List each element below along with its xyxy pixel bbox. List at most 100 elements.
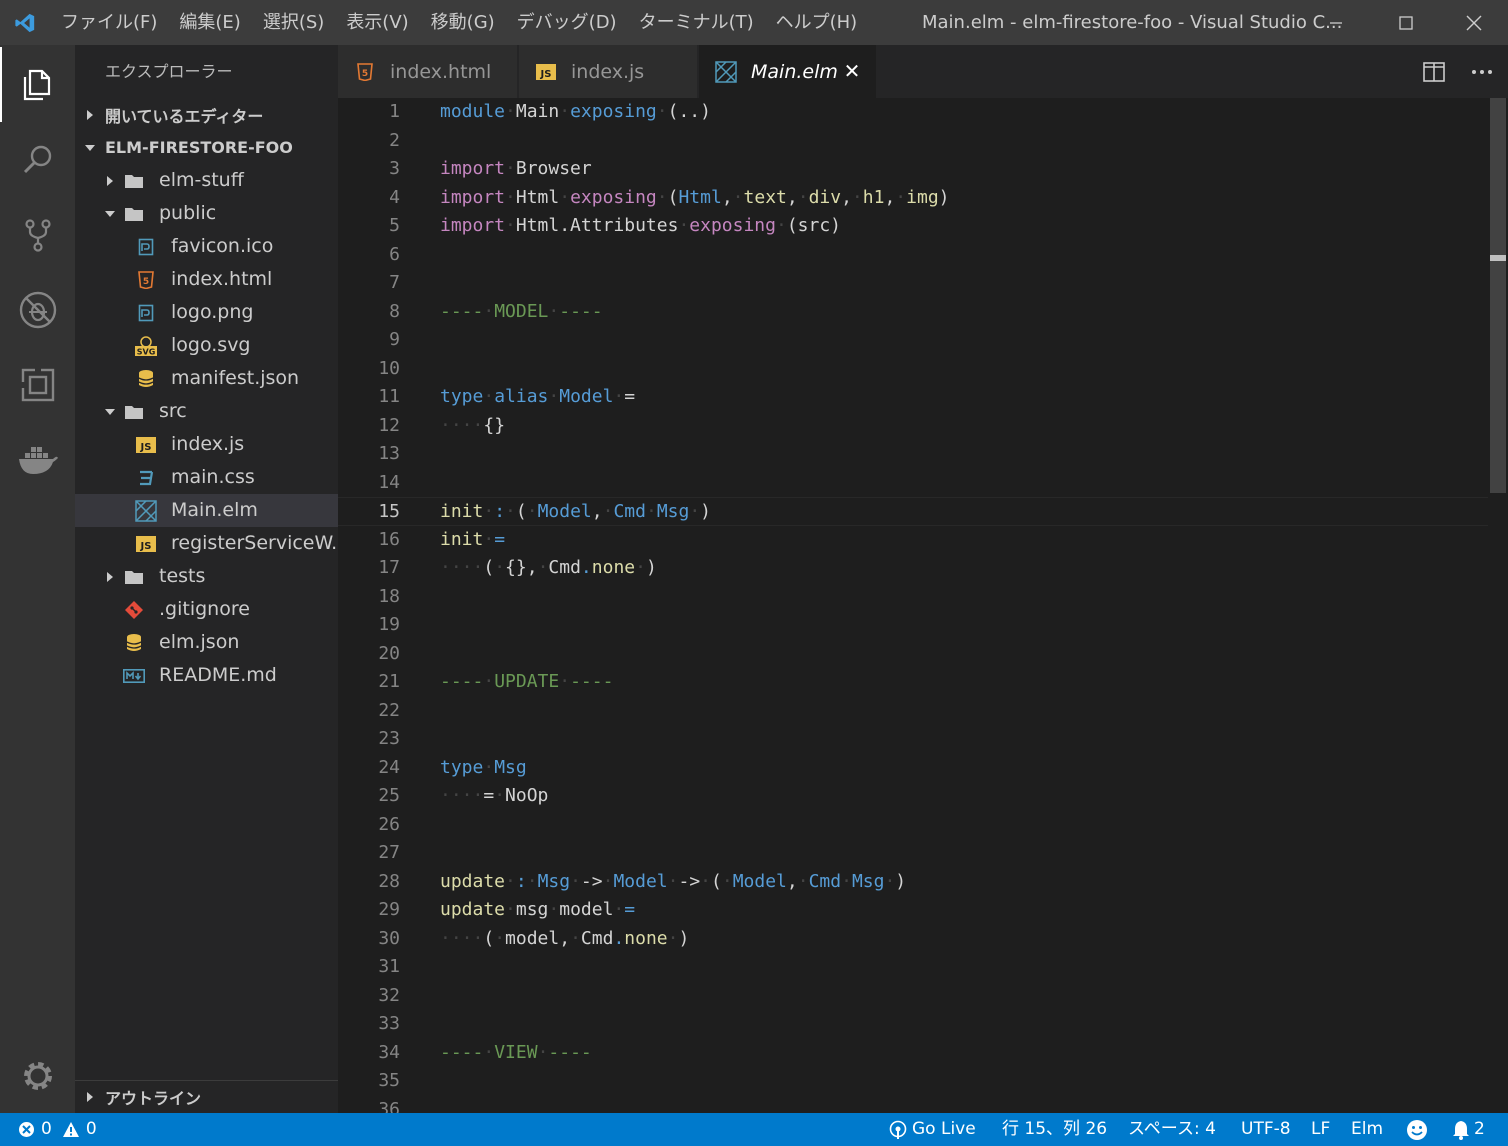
tree-item[interactable]: Main.elm bbox=[75, 494, 338, 527]
tree-item[interactable]: JS index.js bbox=[75, 428, 338, 461]
language-mode[interactable]: Elm bbox=[1351, 1113, 1383, 1146]
code-line: 25 ····=·NoOp bbox=[338, 782, 1488, 811]
go-live-button[interactable]: Go Live bbox=[888, 1113, 976, 1146]
menu-debug[interactable]: デバッグ(D) bbox=[506, 0, 628, 45]
line-number: 16 bbox=[378, 528, 400, 550]
close-icon[interactable]: ✕ bbox=[840, 59, 864, 83]
explorer-icon[interactable] bbox=[0, 47, 75, 122]
folder-icon bbox=[123, 203, 145, 225]
debug-icon[interactable] bbox=[0, 272, 75, 347]
tree-item[interactable]: README.md bbox=[75, 659, 338, 692]
svg-text:JS: JS bbox=[140, 541, 152, 552]
code-line: 14 bbox=[338, 469, 1488, 498]
menu-selection[interactable]: 選択(S) bbox=[252, 0, 335, 45]
minimize-button[interactable] bbox=[1302, 0, 1370, 45]
tab-index-js[interactable]: JS index.js bbox=[519, 45, 698, 98]
activity-bar bbox=[0, 45, 75, 1113]
tab-index-html[interactable]: 5 index.html bbox=[338, 45, 518, 98]
extensions-icon[interactable] bbox=[0, 347, 75, 422]
svg-text:SVG: SVG bbox=[137, 348, 156, 357]
tree-item[interactable]: tests bbox=[75, 560, 338, 593]
status-bar: 0 0 Go Live 行 15、列 26 スペース: 4 UTF-8 LF E… bbox=[0, 1113, 1508, 1146]
tree-item[interactable]: elm-stuff bbox=[75, 164, 338, 197]
line-number: 17 bbox=[378, 557, 400, 578]
code-line: 21 ----·UPDATE·---- bbox=[338, 668, 1488, 697]
search-icon[interactable] bbox=[0, 122, 75, 197]
code-text: import·Browser bbox=[440, 158, 592, 179]
tree-item-label: src bbox=[159, 400, 187, 422]
image-file-icon bbox=[135, 302, 157, 324]
problems-indicator[interactable]: 0 0 bbox=[18, 1113, 97, 1146]
menu-file[interactable]: ファイル(F) bbox=[50, 0, 168, 45]
code-line: 35 bbox=[338, 1067, 1488, 1096]
gear-icon[interactable] bbox=[0, 1038, 75, 1113]
close-window-button[interactable] bbox=[1440, 0, 1508, 45]
tree-item-label: .gitignore bbox=[159, 598, 250, 620]
git-file-icon bbox=[123, 599, 145, 621]
maximize-button[interactable] bbox=[1372, 0, 1440, 45]
tree-item[interactable]: elm.json bbox=[75, 626, 338, 659]
tree-item[interactable]: main.css bbox=[75, 461, 338, 494]
notifications-button[interactable]: 2 bbox=[1452, 1113, 1485, 1146]
cursor-position[interactable]: 行 15、列 26 bbox=[1002, 1113, 1107, 1146]
eol-setting[interactable]: LF bbox=[1311, 1113, 1330, 1146]
css-file-icon bbox=[135, 467, 157, 489]
code-editor[interactable]: 1 module·Main·exposing·(..) 2 3 import·Brows… bbox=[338, 98, 1508, 1113]
tree-item[interactable]: manifest.json bbox=[75, 362, 338, 395]
line-number: 27 bbox=[378, 842, 400, 863]
code-text: ----·UPDATE·---- bbox=[440, 671, 614, 692]
menu-edit[interactable]: 編集(E) bbox=[168, 0, 251, 45]
tree-item[interactable]: favicon.ico bbox=[75, 230, 338, 263]
code-line: 34 ----·VIEW·---- bbox=[338, 1039, 1488, 1068]
feedback-smiley-icon[interactable] bbox=[1406, 1113, 1428, 1146]
tree-item[interactable]: src bbox=[75, 395, 338, 428]
line-number: 4 bbox=[389, 186, 400, 208]
source-control-icon[interactable] bbox=[0, 197, 75, 272]
code-text: ····(·model,·Cmd.none·) bbox=[440, 927, 690, 949]
menu-go[interactable]: 移動(G) bbox=[420, 0, 506, 45]
line-number: 1 bbox=[389, 101, 400, 122]
menu-terminal[interactable]: ターミナル(T) bbox=[628, 0, 765, 45]
docker-icon[interactable] bbox=[0, 422, 75, 497]
js-file-icon: JS bbox=[135, 434, 157, 456]
elm-file-icon bbox=[135, 500, 157, 522]
tree-item[interactable]: public bbox=[75, 197, 338, 230]
project-section[interactable]: ELM-FIRESTORE-FOO bbox=[75, 131, 338, 164]
chevron-down-icon bbox=[103, 395, 117, 428]
code-line: 4 import·Html·exposing·(Html,·text,·div,·… bbox=[338, 184, 1488, 213]
menu-help[interactable]: ヘルプ(H) bbox=[765, 0, 869, 45]
open-editors-section[interactable]: 開いているエディター bbox=[75, 98, 338, 131]
encoding-setting[interactable]: UTF-8 bbox=[1241, 1113, 1291, 1146]
tree-item-label: elm.json bbox=[159, 631, 240, 653]
svg-text:5: 5 bbox=[362, 69, 368, 79]
split-editor-icon[interactable] bbox=[1419, 57, 1449, 87]
menu-view[interactable]: 表示(V) bbox=[335, 0, 419, 45]
code-line: 7 bbox=[338, 269, 1488, 298]
line-number: 31 bbox=[378, 956, 400, 977]
chevron-right-icon bbox=[75, 109, 105, 121]
more-actions-icon[interactable] bbox=[1467, 57, 1497, 87]
line-number: 22 bbox=[378, 699, 400, 721]
outline-section[interactable]: アウトライン bbox=[75, 1080, 338, 1113]
editor-scrollbar[interactable] bbox=[1488, 98, 1508, 1113]
menu-bar: ファイル(F) 編集(E) 選択(S) 表示(V) 移動(G) デバッグ(D) … bbox=[50, 0, 868, 45]
indentation-setting[interactable]: スペース: 4 bbox=[1128, 1113, 1216, 1146]
scrollbar-thumb[interactable] bbox=[1490, 98, 1506, 493]
line-number: 11 bbox=[378, 386, 400, 407]
tab-label: index.js bbox=[571, 60, 645, 83]
code-line: 27 bbox=[338, 839, 1488, 868]
tree-item[interactable]: JS registerServiceW... bbox=[75, 527, 338, 560]
code-text: ----·VIEW·---- bbox=[440, 1041, 592, 1063]
tab-label: index.html bbox=[390, 60, 492, 83]
elm-file-icon bbox=[713, 59, 739, 85]
tree-item[interactable]: SVG logo.svg bbox=[75, 329, 338, 362]
vscode-logo-icon bbox=[0, 0, 50, 45]
folder-icon bbox=[123, 566, 145, 588]
line-number: 25 bbox=[378, 785, 400, 806]
code-line: 19 bbox=[338, 611, 1488, 640]
tab-main-elm[interactable]: Main.elm ✕ bbox=[699, 45, 877, 98]
line-number: 3 bbox=[389, 158, 400, 179]
tree-item[interactable]: logo.png bbox=[75, 296, 338, 329]
tree-item[interactable]: 5 index.html bbox=[75, 263, 338, 296]
tree-item[interactable]: .gitignore bbox=[75, 593, 338, 626]
